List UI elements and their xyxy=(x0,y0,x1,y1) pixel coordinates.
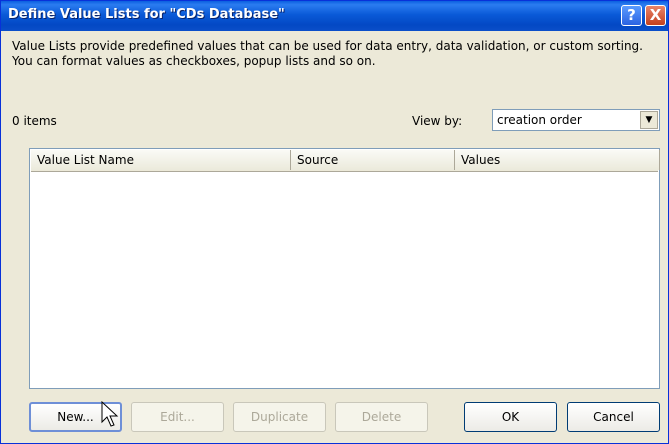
cancel-button[interactable]: Cancel xyxy=(567,402,660,432)
description-text: Value Lists provide predefined values th… xyxy=(12,39,643,68)
help-icon: ? xyxy=(627,6,636,24)
help-button[interactable]: ? xyxy=(621,5,642,26)
duplicate-button[interactable]: Duplicate xyxy=(233,402,326,432)
dialog-window: Define Value Lists for "CDs Database" ? … xyxy=(0,0,669,444)
close-icon: X xyxy=(649,6,662,24)
value-list-table[interactable]: Value List Name Source Values xyxy=(29,148,660,389)
item-count: 0 items xyxy=(12,114,57,128)
column-header-source[interactable]: Source xyxy=(291,150,455,170)
window-title: Define Value Lists for "CDs Database" xyxy=(8,7,285,22)
dropdown-arrow-icon[interactable]: ▼ xyxy=(640,111,658,129)
delete-button[interactable]: Delete xyxy=(335,402,428,432)
view-by-select[interactable]: creation order ▼ xyxy=(492,109,660,131)
column-header-values[interactable]: Values xyxy=(455,150,660,170)
edit-button[interactable]: Edit... xyxy=(131,402,224,432)
mouse-pointer-icon xyxy=(101,401,119,427)
close-button[interactable]: X xyxy=(645,5,666,26)
view-by-value: creation order xyxy=(497,113,582,127)
column-header-name[interactable]: Value List Name xyxy=(31,150,291,170)
table-header: Value List Name Source Values xyxy=(31,150,660,172)
view-by-label: View by: xyxy=(412,114,463,128)
ok-button[interactable]: OK xyxy=(464,402,557,432)
title-bar[interactable]: Define Value Lists for "CDs Database" ? … xyxy=(1,1,668,31)
